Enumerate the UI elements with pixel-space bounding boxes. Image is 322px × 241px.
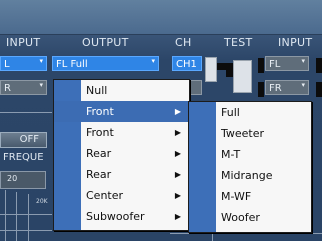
input-right-header: INPUT: [278, 36, 313, 49]
chevron-down-icon: ▾: [39, 57, 43, 65]
front-submenu: Full Tweeter M-T Midrange M-WF Woofer: [188, 101, 312, 233]
app-window: INPUT OUTPUT CH TEST INPUT L ▾ FL Full ▾…: [0, 0, 322, 241]
menu-item-null[interactable]: Null: [54, 80, 189, 101]
test-marker-2: [258, 82, 264, 97]
slider-track-1[interactable]: [5, 190, 6, 241]
test-indicator-left[interactable]: [205, 57, 217, 82]
off-button[interactable]: OFF: [0, 132, 47, 148]
menu-item-front-2[interactable]: Front ▶: [54, 122, 189, 143]
input-right-select-2[interactable]: FR ▾: [265, 80, 309, 95]
submenu-item-full[interactable]: Full: [189, 102, 311, 123]
input-left-header: INPUT: [6, 36, 41, 49]
frequency-scale-label: 20K: [36, 198, 48, 205]
slider-track-3[interactable]: [28, 194, 29, 241]
submenu-item-tweeter[interactable]: Tweeter: [189, 123, 311, 144]
test-marker-1: [258, 58, 264, 73]
menu-item-label: Null: [86, 84, 108, 97]
scale-line-2: [0, 230, 52, 231]
menu-item-center[interactable]: Center ▶: [54, 185, 189, 206]
test-header: TEST: [224, 36, 253, 49]
submenu-item-label: Woofer: [221, 211, 260, 224]
test-indicator-right[interactable]: [233, 60, 252, 93]
input-right-value-1: FL: [269, 59, 281, 70]
output-select-value: FL Full: [56, 59, 88, 70]
submenu-item-label: Midrange: [221, 169, 273, 182]
submenu-item-m-t[interactable]: M-T: [189, 144, 311, 165]
submenu-item-m-wf[interactable]: M-WF: [189, 186, 311, 207]
chevron-down-icon: ▾: [301, 57, 305, 65]
input-left-value-1: L: [4, 59, 10, 70]
submenu-item-label: Tweeter: [221, 127, 265, 140]
chevron-down-icon: ▾: [301, 81, 305, 89]
input-right-marker-1: [316, 58, 322, 73]
input-left-select-1[interactable]: L ▾: [0, 56, 47, 71]
test-connector: [217, 63, 226, 70]
menu-item-label: Center: [86, 189, 124, 202]
input-left-value-2: R: [4, 83, 11, 94]
submenu-arrow-icon: ▶: [174, 170, 181, 179]
chevron-down-icon: ▾: [39, 81, 43, 89]
top-strip: [0, 0, 322, 35]
submenu-arrow-icon: ▶: [174, 191, 181, 200]
submenu-item-label: M-T: [221, 148, 241, 161]
off-button-label: OFF: [19, 134, 39, 145]
submenu-arrow-icon: ▶: [174, 212, 181, 221]
frequency-label: FREQUE: [3, 152, 44, 163]
slider-track-2[interactable]: [16, 192, 17, 241]
submenu-item-label: M-WF: [221, 190, 252, 203]
ch-select-1[interactable]: CH1: [172, 56, 202, 71]
menu-item-subwoofer[interactable]: Subwoofer ▶: [54, 206, 189, 227]
menu-item-label: Rear: [86, 168, 112, 181]
submenu-item-label: Full: [221, 106, 240, 119]
input-right-value-2: FR: [269, 83, 282, 94]
submenu-item-midrange[interactable]: Midrange: [189, 165, 311, 186]
frequency-field[interactable]: 20: [0, 171, 46, 189]
output-select[interactable]: FL Full ▾: [52, 56, 159, 71]
menu-item-label: Subwoofer: [86, 210, 145, 223]
input-right-select-1[interactable]: FL ▾: [265, 56, 309, 71]
menu-item-front-1[interactable]: Front ▶: [54, 101, 189, 122]
scale-line-3: [170, 233, 322, 234]
divider: [0, 112, 52, 113]
submenu-item-woofer[interactable]: Woofer: [189, 207, 311, 228]
submenu-arrow-icon: ▶: [174, 149, 181, 158]
output-type-menu: Null Front ▶ Front ▶ Rear ▶ Rear ▶ Cente…: [53, 79, 190, 231]
scale-line-1: [0, 214, 52, 215]
menu-item-label: Front: [86, 126, 114, 139]
submenu-arrow-icon: ▶: [174, 128, 181, 137]
input-right-marker-2: [316, 82, 322, 97]
frequency-value: 20: [7, 174, 18, 183]
submenu-arrow-icon: ▶: [174, 107, 181, 116]
ch-header: CH: [175, 36, 192, 49]
ch-value-1: CH1: [176, 59, 197, 70]
output-header: OUTPUT: [82, 36, 129, 49]
menu-item-rear-2[interactable]: Rear ▶: [54, 164, 189, 185]
menu-item-label: Front: [86, 105, 114, 118]
input-left-select-2[interactable]: R ▾: [0, 80, 47, 95]
menu-item-rear-1[interactable]: Rear ▶: [54, 143, 189, 164]
menu-item-label: Rear: [86, 147, 112, 160]
chevron-down-icon: ▾: [151, 57, 155, 65]
